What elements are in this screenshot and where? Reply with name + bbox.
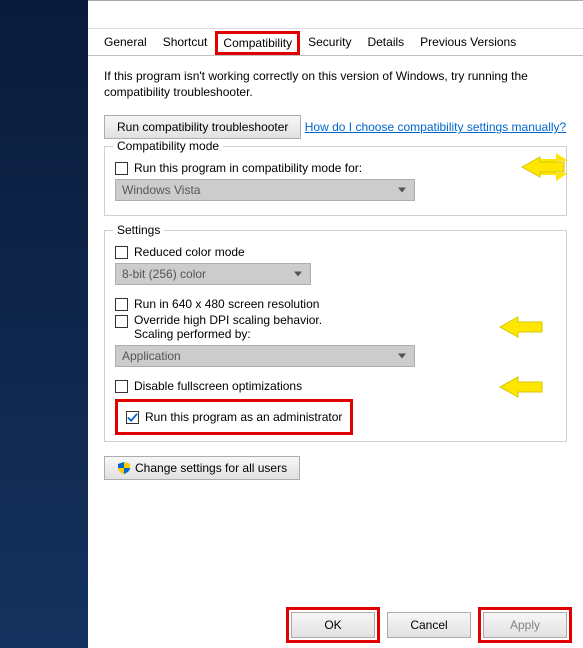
arrow-icon xyxy=(498,373,546,401)
arrow-icon xyxy=(498,313,546,341)
run-as-admin-label: Run this program as an administrator xyxy=(145,410,342,424)
apply-button[interactable]: Apply xyxy=(483,612,567,638)
cancel-button[interactable]: Cancel xyxy=(387,612,471,638)
compat-mode-label: Run this program in compatibility mode f… xyxy=(134,161,362,175)
dpi-override-checkbox[interactable] xyxy=(115,315,128,328)
low-res-label: Run in 640 x 480 screen resolution xyxy=(134,297,319,311)
arrow-icon xyxy=(520,153,568,181)
properties-dialog: General Shortcut Compatibility Security … xyxy=(88,0,583,648)
reduced-color-label: Reduced color mode xyxy=(134,245,245,259)
change-all-users-button[interactable]: Change settings for all users xyxy=(104,456,300,480)
color-select[interactable]: 8-bit (256) color xyxy=(115,263,311,285)
dpi-scaling-select[interactable]: Application xyxy=(115,345,415,367)
run-as-admin-checkbox[interactable] xyxy=(126,411,139,424)
disable-fullscreen-label: Disable fullscreen optimizations xyxy=(134,379,302,393)
tab-shortcut[interactable]: Shortcut xyxy=(155,31,216,55)
tab-compatibility[interactable]: Compatibility xyxy=(215,31,300,55)
tab-previous-versions[interactable]: Previous Versions xyxy=(412,31,524,55)
ok-button[interactable]: OK xyxy=(291,612,375,638)
tab-strip: General Shortcut Compatibility Security … xyxy=(88,29,583,56)
dpi-override-label: Override high DPI scaling behavior. Scal… xyxy=(134,313,322,341)
help-link[interactable]: How do I choose compatibility settings m… xyxy=(305,120,566,134)
settings-title: Settings xyxy=(113,223,164,237)
compat-mode-title: Compatibility mode xyxy=(113,139,223,153)
change-all-users-label: Change settings for all users xyxy=(135,461,287,475)
title-bar xyxy=(88,1,583,29)
compat-mode-select[interactable]: Windows Vista xyxy=(115,179,415,201)
reduced-color-checkbox[interactable] xyxy=(115,246,128,259)
low-res-checkbox[interactable] xyxy=(115,298,128,311)
run-troubleshooter-button[interactable]: Run compatibility troubleshooter xyxy=(104,115,301,139)
compat-mode-checkbox[interactable] xyxy=(115,162,128,175)
tab-security[interactable]: Security xyxy=(300,31,359,55)
shield-icon xyxy=(117,461,131,475)
intro-text: If this program isn't working correctly … xyxy=(104,68,567,100)
disable-fullscreen-checkbox[interactable] xyxy=(115,380,128,393)
tab-details[interactable]: Details xyxy=(359,31,412,55)
tab-general[interactable]: General xyxy=(96,31,155,55)
